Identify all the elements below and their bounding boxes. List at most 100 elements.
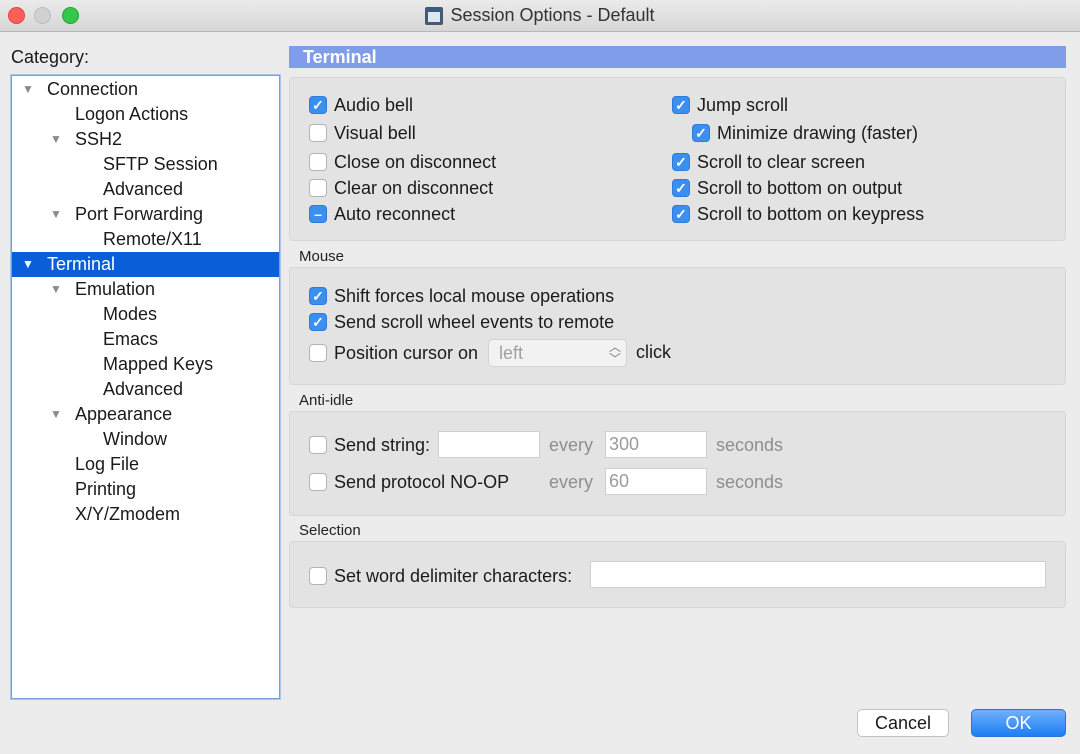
send-string-checkbox[interactable]: Send string: — [309, 434, 430, 456]
tree-item-label: X/Y/Zmodem — [75, 504, 181, 524]
tree-item-label: Appearance — [75, 404, 173, 424]
tree-item-modes[interactable]: Modes — [12, 302, 279, 327]
checkmark-icon[interactable]: ✓ — [309, 96, 327, 114]
checkbox-label: Send scroll wheel events to remote — [334, 311, 615, 332]
up-down-chevron-icon: ︿ ﹀ — [608, 340, 621, 366]
tree-item-ssh2-advanced[interactable]: Advanced — [12, 177, 279, 202]
checkbox-label: Scroll to clear screen — [697, 151, 866, 172]
send-noop-checkbox[interactable]: Send protocol NO-OP — [309, 471, 509, 493]
disclosure-triangle-icon[interactable]: ▼ — [21, 77, 35, 102]
checkbox-label: Send protocol NO-OP — [334, 471, 510, 492]
checkbox-label: Clear on disconnect — [334, 177, 494, 198]
tree-item-terminal[interactable]: ▼ Terminal — [12, 252, 279, 277]
tree-item-label: Advanced — [103, 179, 184, 199]
visual-bell-checkbox[interactable]: Visual bell — [309, 122, 416, 144]
checkbox-label: Send string: — [334, 434, 431, 455]
word-delimiter-checkbox[interactable]: Set word delimiter characters: — [309, 565, 572, 587]
tree-item-label: Advanced — [103, 379, 184, 399]
tree-item-label: Log File — [75, 454, 140, 474]
checkbox-box[interactable] — [309, 124, 327, 142]
send-noop-interval-input[interactable]: 60 — [605, 468, 707, 495]
tree-item-connection[interactable]: ▼ Connection — [12, 77, 279, 102]
checkmark-icon[interactable]: ✓ — [672, 205, 690, 223]
clear-on-disconnect-checkbox[interactable]: Clear on disconnect — [309, 177, 493, 199]
tree-item-mapped-keys[interactable]: Mapped Keys — [12, 352, 279, 377]
checkbox-label: Shift forces local mouse operations — [334, 285, 615, 306]
tree-item-appearance[interactable]: ▼ Appearance — [12, 402, 279, 427]
tree-item-sftp-session[interactable]: SFTP Session — [12, 152, 279, 177]
checkbox-box[interactable] — [309, 179, 327, 197]
disclosure-triangle-icon[interactable]: ▼ — [49, 127, 63, 152]
tree-item-logon-actions[interactable]: Logon Actions — [12, 102, 279, 127]
tree-item-label: Connection — [47, 79, 139, 99]
tree-item-window[interactable]: Window — [12, 427, 279, 452]
selection-group-label: Selection — [299, 522, 361, 539]
select-value: left — [499, 343, 524, 363]
checkbox-label: Close on disconnect — [334, 151, 497, 172]
tree-item-emulation-advanced[interactable]: Advanced — [12, 377, 279, 402]
checkbox-label: Minimize drawing (faster) — [717, 122, 919, 143]
checkmark-icon[interactable]: ✓ — [672, 179, 690, 197]
position-cursor-select[interactable]: left ︿ ﹀ — [488, 339, 627, 367]
cancel-button[interactable]: Cancel — [857, 709, 949, 737]
minimize-drawing-checkbox[interactable]: ✓ Minimize drawing (faster) — [692, 122, 918, 144]
tree-item-log-file[interactable]: Log File — [12, 452, 279, 477]
disclosure-triangle-icon[interactable]: ▼ — [49, 202, 63, 227]
checkmark-icon[interactable]: ✓ — [672, 153, 690, 171]
send-scroll-wheel-checkbox[interactable]: ✓ Send scroll wheel events to remote — [309, 311, 614, 333]
every-label: every — [549, 472, 594, 492]
checkbox-box[interactable] — [309, 344, 327, 362]
dash-icon[interactable]: – — [309, 205, 327, 223]
scroll-to-bottom-on-output-checkbox[interactable]: ✓ Scroll to bottom on output — [672, 177, 902, 199]
tree-item-label: Logon Actions — [75, 104, 189, 124]
position-cursor-checkbox[interactable]: Position cursor on — [309, 342, 478, 364]
checkbox-label: Position cursor on — [334, 342, 479, 363]
checkmark-icon[interactable]: ✓ — [309, 287, 327, 305]
checkbox-box[interactable] — [309, 567, 327, 585]
send-string-input[interactable] — [438, 431, 540, 458]
tree-item-ssh2[interactable]: ▼ SSH2 — [12, 127, 279, 152]
tree-item-emacs[interactable]: Emacs — [12, 327, 279, 352]
checkbox-label: Scroll to bottom on keypress — [697, 203, 925, 224]
checkbox-box[interactable] — [309, 153, 327, 171]
anti-idle-group — [289, 411, 1066, 516]
tree-item-port-forwarding[interactable]: ▼ Port Forwarding — [12, 202, 279, 227]
ok-button[interactable]: OK — [971, 709, 1066, 737]
window-title: Session Options - Default — [450, 5, 655, 25]
checkmark-icon[interactable]: ✓ — [672, 96, 690, 114]
anti-idle-group-label: Anti-idle — [299, 392, 354, 409]
app-icon — [425, 6, 444, 25]
jump-scroll-checkbox[interactable]: ✓ Jump scroll — [672, 94, 788, 116]
send-string-interval-input[interactable]: 300 — [605, 431, 707, 458]
word-delimiter-input[interactable] — [590, 561, 1046, 588]
disclosure-triangle-icon[interactable]: ▼ — [21, 252, 35, 277]
audio-bell-checkbox[interactable]: ✓ Audio bell — [309, 94, 413, 116]
checkbox-box[interactable] — [309, 436, 327, 454]
shift-forces-local-mouse-checkbox[interactable]: ✓ Shift forces local mouse operations — [309, 285, 614, 307]
checkbox-label: Visual bell — [334, 122, 416, 143]
tree-item-label: SFTP Session — [103, 154, 218, 174]
tree-item-emulation[interactable]: ▼ Emulation — [12, 277, 279, 302]
seconds-label: seconds — [716, 435, 784, 455]
scroll-to-clear-screen-checkbox[interactable]: ✓ Scroll to clear screen — [672, 151, 865, 173]
click-suffix-label: click — [636, 342, 671, 362]
tree-item-printing[interactable]: Printing — [12, 477, 279, 502]
tree-item-label: SSH2 — [75, 129, 123, 149]
every-label: every — [549, 435, 594, 455]
checkmark-icon[interactable]: ✓ — [309, 313, 327, 331]
close-on-disconnect-checkbox[interactable]: Close on disconnect — [309, 151, 496, 173]
tree-item-label: Emacs — [103, 329, 159, 349]
tree-item-label: Mapped Keys — [103, 354, 214, 374]
checkmark-icon[interactable]: ✓ — [692, 124, 710, 142]
disclosure-triangle-icon[interactable]: ▼ — [49, 402, 63, 427]
checkbox-box[interactable] — [309, 473, 327, 491]
scroll-to-bottom-on-keypress-checkbox[interactable]: ✓ Scroll to bottom on keypress — [672, 203, 924, 225]
disclosure-triangle-icon[interactable]: ▼ — [49, 277, 63, 302]
tree-item-label: Port Forwarding — [75, 204, 204, 224]
tree-item-xyzmodem[interactable]: X/Y/Zmodem — [12, 502, 279, 527]
checkbox-label: Set word delimiter characters: — [334, 565, 573, 586]
tree-item-remote-x11[interactable]: Remote/X11 — [12, 227, 279, 252]
auto-reconnect-checkbox[interactable]: – Auto reconnect — [309, 203, 455, 225]
tree-item-label: Printing — [75, 479, 137, 499]
category-tree[interactable]: ▼ Connection Logon Actions ▼ SSH2 SFTP S… — [11, 75, 280, 699]
